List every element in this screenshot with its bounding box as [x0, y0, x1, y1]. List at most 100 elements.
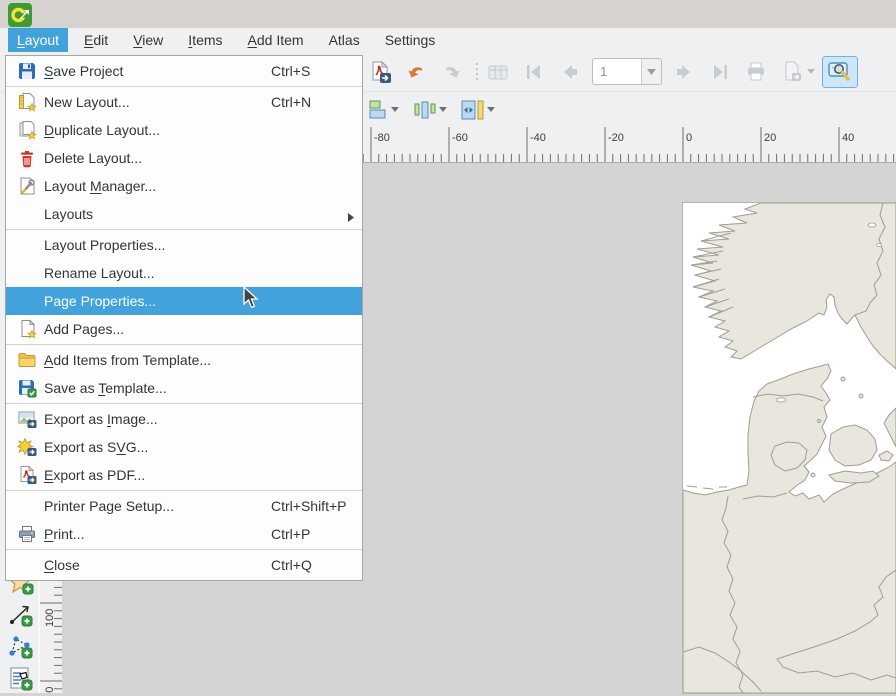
svg-text:-40: -40 [530, 132, 546, 144]
atlas-page-combobox[interactable]: 1 [592, 58, 662, 85]
map-item [683, 203, 896, 693]
svg-text:-20: -20 [608, 132, 624, 144]
distribute-items-icon [412, 98, 438, 122]
menu-item-printer-page-setup[interactable]: Printer Page Setup... Ctrl+Shift+P [6, 492, 362, 520]
resize-items-icon [460, 98, 486, 122]
menu-item-label: Rename Layout... [44, 265, 155, 281]
resize-items-button[interactable] [460, 96, 486, 124]
save-icon [15, 60, 39, 82]
redo-button[interactable] [438, 58, 466, 86]
menu-item-save-as-template[interactable]: Save as Template... [6, 374, 362, 402]
export-pdf-button[interactable] [366, 58, 394, 86]
menu-item-add-items-from-template[interactable]: Add Items from Template... [6, 346, 362, 374]
menu-item-new-layout[interactable]: New Layout... Ctrl+N [6, 88, 362, 116]
menu-bar: Layout Edit View Items Add Item Atlas Se… [0, 28, 896, 52]
menu-separator [6, 490, 362, 491]
export-pdf-icon [15, 464, 39, 486]
atlas-last-button[interactable] [706, 58, 734, 86]
menubar-label: View [133, 32, 163, 48]
menubar-label: Add Item [248, 32, 304, 48]
folder-icon [15, 349, 39, 371]
menubar-label: Layout [17, 32, 59, 48]
menu-item-delete-layout[interactable]: Delete Layout... [6, 144, 362, 172]
menu-item-rename-layout[interactable]: Rename Layout... [6, 259, 362, 287]
menu-item-layouts[interactable]: Layouts [6, 200, 362, 228]
align-items-dropdown[interactable] [390, 96, 400, 124]
menu-item-label: Save as Template... [44, 380, 167, 396]
menu-item-label: Page Properties... [44, 293, 156, 309]
menu-item-label: Print... [44, 526, 84, 542]
menubar-item-items[interactable]: Items [179, 28, 231, 52]
preview-atlas-button[interactable] [822, 56, 858, 88]
print-atlas-icon [744, 60, 768, 84]
resize-items-dropdown[interactable] [486, 96, 496, 124]
delete-layout-icon [15, 147, 39, 169]
atlas-first-button[interactable] [520, 58, 548, 86]
layout-page[interactable] [683, 203, 896, 693]
atlas-prev-button[interactable] [556, 58, 584, 86]
menu-item-layout-manager[interactable]: Layout Manager... [6, 172, 362, 200]
menu-item-layout-properties[interactable]: Layout Properties... [6, 231, 362, 259]
chevron-down-icon [391, 107, 399, 112]
menu-item-label: Add Items from Template... [44, 352, 211, 368]
add-node-item-icon [7, 633, 34, 660]
menu-item-export-as-image[interactable]: Export as Image... [6, 405, 362, 433]
print-atlas-button[interactable] [742, 58, 770, 86]
export-image-icon [15, 408, 39, 430]
menu-item-save-project[interactable]: Save Project Ctrl+S [6, 57, 362, 85]
chevron-down-icon [647, 69, 656, 75]
menu-item-label: Layout Properties... [44, 237, 165, 253]
svg-text:100: 100 [44, 609, 56, 627]
menu-separator [6, 549, 362, 550]
svg-text:40: 40 [842, 132, 854, 144]
submenu-arrow-icon [348, 209, 354, 225]
menu-item-print[interactable]: Print... Ctrl+P [6, 520, 362, 548]
menubar-label: Items [188, 32, 222, 48]
atlas-last-icon [708, 60, 732, 84]
combobox-dropdown-button[interactable] [641, 59, 661, 84]
add-arrow-button[interactable] [7, 601, 34, 628]
menu-item-shortcut: Ctrl+N [271, 94, 311, 110]
menu-item-label: Export as PDF... [44, 467, 145, 483]
align-items-button[interactable] [366, 96, 390, 124]
save-template-icon [15, 377, 39, 399]
add-arrow-icon [7, 601, 34, 628]
print-icon [15, 523, 39, 545]
distribute-items-dropdown[interactable] [438, 96, 448, 124]
menubar-item-settings[interactable]: Settings [376, 28, 445, 52]
menubar-item-layout[interactable]: Layout [8, 28, 68, 52]
svg-text:20: 20 [764, 132, 776, 144]
menu-item-page-properties[interactable]: Page Properties... [6, 287, 362, 315]
export-atlas-button[interactable] [778, 58, 806, 86]
menu-item-close[interactable]: Close Ctrl+Q [6, 551, 362, 579]
menu-item-export-as-pdf[interactable]: Export as PDF... [6, 461, 362, 489]
atlas-prev-icon [558, 60, 582, 84]
distribute-items-button[interactable] [412, 96, 438, 124]
export-pdf-icon [368, 60, 392, 84]
add-node-item-button[interactable] [7, 633, 34, 660]
menubar-label: Atlas [329, 32, 360, 48]
add-html-button[interactable] [7, 665, 34, 692]
redo-icon [440, 60, 464, 84]
menubar-item-add-item[interactable]: Add Item [239, 28, 313, 52]
atlas-page-value: 1 [593, 64, 641, 79]
menubar-item-view[interactable]: View [124, 28, 172, 52]
atlas-settings-icon [486, 60, 510, 84]
atlas-next-button[interactable] [670, 58, 698, 86]
atlas-settings-button[interactable] [484, 58, 512, 86]
svg-text:-80: -80 [374, 132, 390, 144]
undo-button[interactable] [402, 58, 430, 86]
menu-item-export-as-svg[interactable]: Export as SVG... [6, 433, 362, 461]
menu-item-duplicate-layout[interactable]: Duplicate Layout... [6, 116, 362, 144]
menu-separator [6, 344, 362, 345]
menu-item-add-pages[interactable]: Add Pages... [6, 315, 362, 343]
menubar-label: Settings [385, 32, 436, 48]
menubar-item-edit[interactable]: Edit [75, 28, 117, 52]
export-atlas-dropdown[interactable] [806, 58, 816, 86]
menu-item-label: New Layout... [44, 94, 130, 110]
align-items-icon [366, 98, 390, 122]
qgis-logo-icon [8, 3, 32, 27]
menubar-item-atlas[interactable]: Atlas [320, 28, 369, 52]
preview-atlas-icon [827, 60, 853, 84]
layout-menu: Save Project Ctrl+S New Layout... Ctrl+N… [5, 55, 363, 581]
